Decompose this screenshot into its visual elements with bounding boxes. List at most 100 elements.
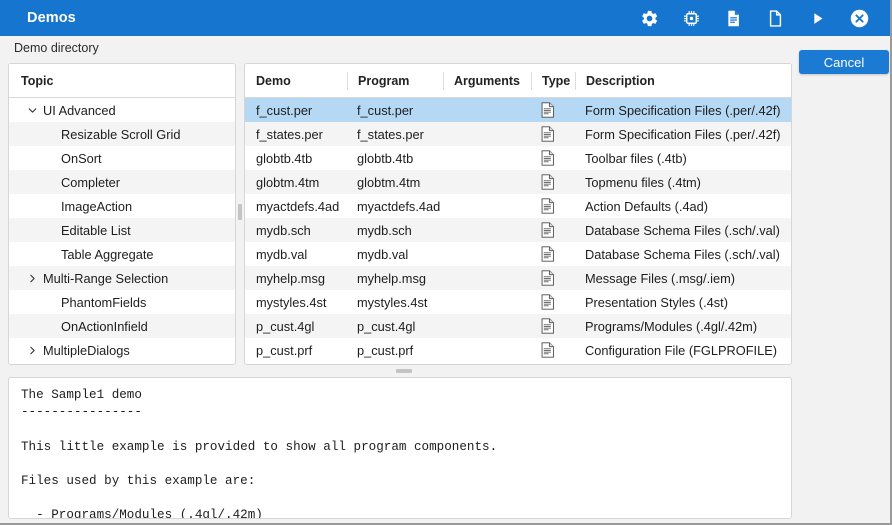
title-bar: Demos	[0, 0, 892, 36]
description-panel[interactable]: The Sample1 demo ---------------- This l…	[8, 377, 792, 519]
tree-item[interactable]: Completer	[9, 170, 235, 194]
document-lines-icon[interactable]	[712, 0, 754, 36]
column-header-description[interactable]: Description	[575, 72, 791, 90]
tree-item[interactable]: Resizable Scroll Grid	[9, 122, 235, 146]
cell-demo: myactdefs.4ad	[245, 199, 347, 214]
demo-table-header: Demo Program Arguments Type Description	[245, 64, 791, 98]
cell-description: Database Schema Files (.sch/.val)	[575, 247, 791, 262]
cell-demo: myhelp.msg	[245, 271, 347, 286]
tree-item[interactable]: Table Aggregate	[9, 242, 235, 266]
tree-item-label: OnActionInfield	[61, 319, 148, 334]
cell-description: Database Schema Files (.sch/.val)	[575, 223, 791, 238]
document-icon	[531, 294, 575, 310]
document-icon	[531, 342, 575, 358]
topic-tree: UI Advanced Resizable Scroll Grid OnSort Co…	[9, 98, 235, 362]
document-icon	[531, 198, 575, 214]
column-header-program[interactable]: Program	[347, 72, 443, 90]
chip-icon[interactable]	[670, 0, 712, 36]
tree-item[interactable]: ImageAction	[9, 194, 235, 218]
application-window: Demos	[0, 0, 892, 525]
vertical-splitter[interactable]	[236, 63, 244, 365]
cell-description: Form Specification Files (.per/.42f)	[575, 127, 791, 142]
demo-table-body: f_cust.perf_cust.per Form Specification F…	[245, 98, 791, 362]
description-text: The Sample1 demo ---------------- This l…	[9, 378, 791, 519]
cell-program: p_cust.4gl	[347, 319, 443, 334]
tree-item-label: OnSort	[61, 151, 102, 166]
cell-program: globtb.4tb	[347, 151, 443, 166]
cell-demo: mystyles.4st	[245, 295, 347, 310]
table-row[interactable]: globtm.4tmglobtm.4tmTopmenu files (.4tm)	[245, 170, 791, 194]
cell-description: Toolbar files (.4tb)	[575, 151, 791, 166]
tree-item-label: ImageAction	[61, 199, 132, 214]
tree-item-label: PhantomFields	[61, 295, 146, 310]
table-row[interactable]: f_states.perf_states.per Form Specificati…	[245, 122, 791, 146]
tree-item[interactable]: OnSort	[9, 146, 235, 170]
gear-icon[interactable]	[628, 0, 670, 36]
cancel-button[interactable]: Cancel	[799, 50, 889, 74]
tree-item-label: Table Aggregate	[61, 247, 154, 262]
cell-description: Topmenu files (.4tm)	[575, 175, 791, 190]
document-icon	[531, 246, 575, 262]
cell-description: Message Files (.msg/.iem)	[575, 271, 791, 286]
topic-column-header[interactable]: Topic	[9, 64, 235, 98]
cell-program: mystyles.4st	[347, 295, 443, 310]
tree-item-label: Resizable Scroll Grid	[61, 127, 180, 142]
cell-demo: mydb.val	[245, 247, 347, 262]
chevron-down-icon[interactable]	[21, 105, 43, 116]
demo-table-panel: Demo Program Arguments Type Description …	[244, 63, 792, 365]
document-blank-icon[interactable]	[754, 0, 796, 36]
cell-description: Form Specification Files (.per/.42f)	[575, 103, 791, 118]
document-icon	[531, 174, 575, 190]
cell-description: Configuration File (FGLPROFILE)	[575, 343, 791, 358]
column-header-type[interactable]: Type	[531, 72, 575, 90]
tree-item[interactable]: MultipleDialogs	[9, 338, 235, 362]
table-row[interactable]: globtb.4tbglobtb.4tb Toolbar files (.4tb)	[245, 146, 791, 170]
table-row[interactable]: mydb.schmydb.schDatabase Schema Files (.…	[245, 218, 791, 242]
chevron-right-icon[interactable]	[21, 273, 43, 284]
document-icon	[531, 150, 575, 166]
cell-demo: globtb.4tb	[245, 151, 347, 166]
document-icon	[531, 270, 575, 286]
tree-item[interactable]: PhantomFields	[9, 290, 235, 314]
horizontal-splitter-grip[interactable]	[396, 369, 412, 373]
tree-item-label: MultipleDialogs	[43, 343, 130, 358]
chevron-right-icon[interactable]	[21, 345, 43, 356]
close-circle-icon[interactable]	[838, 0, 880, 36]
cell-demo: p_cust.4gl	[245, 319, 347, 334]
table-row[interactable]: p_cust.prfp_cust.prf Configuration File (…	[245, 338, 791, 362]
cell-program: f_states.per	[347, 127, 443, 142]
tree-item[interactable]: Editable List	[9, 218, 235, 242]
document-icon	[531, 126, 575, 142]
vertical-splitter-grip[interactable]	[238, 204, 242, 220]
table-row[interactable]: myactdefs.4admyactdefs.4adAction Default…	[245, 194, 791, 218]
play-icon[interactable]	[796, 0, 838, 36]
table-row[interactable]: mystyles.4stmystyles.4st Presentation Sty…	[245, 290, 791, 314]
document-icon	[531, 222, 575, 238]
column-header-demo[interactable]: Demo	[245, 72, 347, 90]
document-icon	[531, 318, 575, 334]
cell-description: Programs/Modules (.4gl/.42m)	[575, 319, 791, 334]
title-bar-actions	[628, 0, 892, 36]
table-row[interactable]: myhelp.msgmyhelp.msgMessage Files (.msg/…	[245, 266, 791, 290]
cell-program: mydb.val	[347, 247, 443, 262]
cell-program: globtm.4tm	[347, 175, 443, 190]
cell-demo: mydb.sch	[245, 223, 347, 238]
table-row[interactable]: mydb.valmydb.val Database Schema Files (.…	[245, 242, 791, 266]
cell-demo: f_cust.per	[245, 103, 347, 118]
cell-program: f_cust.per	[347, 103, 443, 118]
tree-item[interactable]: UI Advanced	[9, 98, 235, 122]
tree-item[interactable]: Multi-Range Selection	[9, 266, 235, 290]
tree-item-label: UI Advanced	[43, 103, 116, 118]
cell-program: p_cust.prf	[347, 343, 443, 358]
table-row[interactable]: f_cust.perf_cust.per Form Specification F…	[245, 98, 791, 122]
cell-program: myactdefs.4ad	[347, 199, 443, 214]
window-title: Demos	[27, 10, 76, 26]
horizontal-splitter[interactable]	[8, 365, 792, 377]
column-header-arguments[interactable]: Arguments	[443, 72, 531, 90]
tree-item[interactable]: OnActionInfield	[9, 314, 235, 338]
table-row[interactable]: p_cust.4glp_cust.4gl Programs/Modules (.4…	[245, 314, 791, 338]
document-icon	[531, 102, 575, 118]
cell-demo: f_states.per	[245, 127, 347, 142]
cell-demo: p_cust.prf	[245, 343, 347, 358]
cell-description: Presentation Styles (.4st)	[575, 295, 791, 310]
